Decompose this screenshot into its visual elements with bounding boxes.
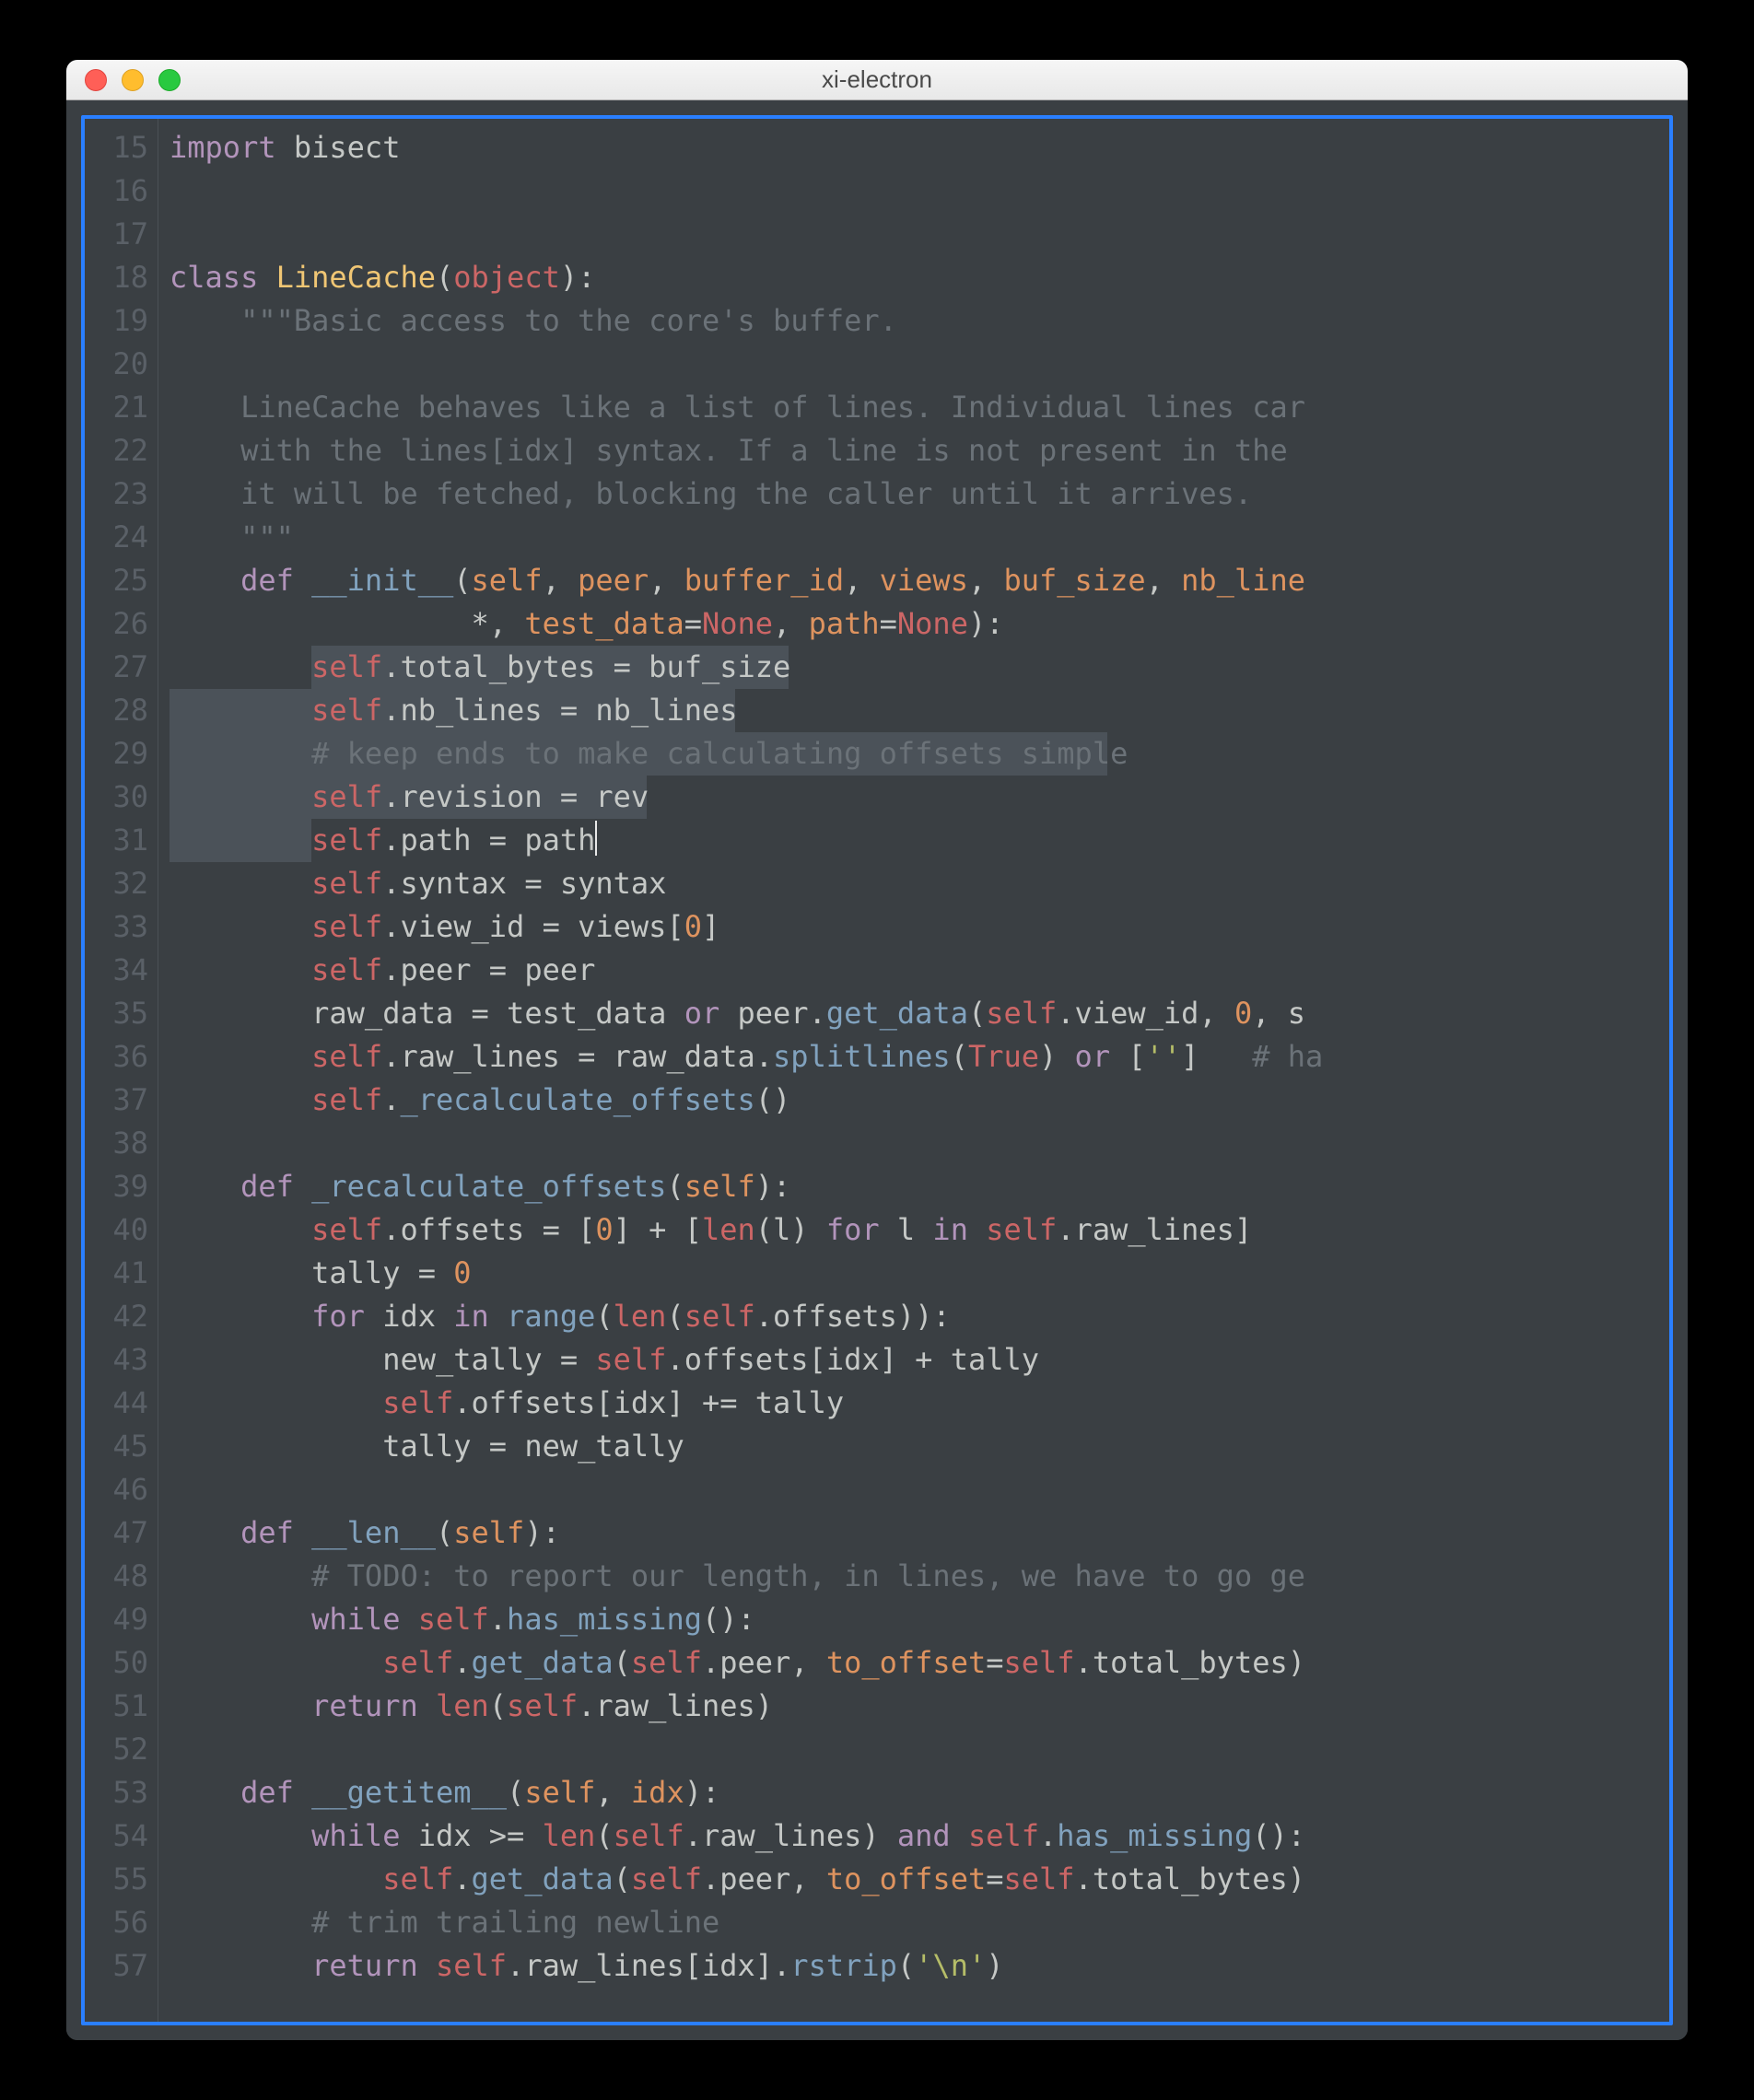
code-line[interactable]: # trim trailing newline [170, 1901, 1669, 1944]
code-line[interactable]: self.offsets = [0] + [len(l) for l in se… [170, 1208, 1669, 1252]
code-line[interactable]: def __len__(self): [170, 1511, 1669, 1555]
titlebar[interactable]: xi-electron [66, 60, 1688, 100]
code-line[interactable]: self._recalculate_offsets() [170, 1079, 1669, 1122]
code-line[interactable]: """ [170, 516, 1669, 559]
code-line[interactable]: tally = new_tally [170, 1425, 1669, 1468]
code-line[interactable]: class LineCache(object): [170, 256, 1669, 299]
minimize-button[interactable] [122, 69, 144, 91]
code-line[interactable]: while self.has_missing(): [170, 1598, 1669, 1641]
code-line[interactable]: self.view_id = views[0] [170, 905, 1669, 949]
code-line[interactable]: def __init__(self, peer, buffer_id, view… [170, 559, 1669, 602]
app-window: xi-electron 15 16 17 18 19 20 21 22 23 2… [66, 60, 1688, 2040]
code-line[interactable]: self.raw_lines = raw_data.splitlines(Tru… [170, 1035, 1669, 1079]
code-line[interactable]: *, test_data=None, path=None): [170, 602, 1669, 646]
code-line[interactable]: self.revision = rev [170, 776, 1669, 819]
code-line[interactable]: self.get_data(self.peer, to_offset=self.… [170, 1641, 1669, 1685]
code-line[interactable]: return len(self.raw_lines) [170, 1685, 1669, 1728]
text-cursor [595, 821, 597, 856]
code-line[interactable]: import bisect [170, 126, 1669, 169]
code-line[interactable]: self.offsets[idx] += tally [170, 1382, 1669, 1425]
code-line[interactable]: return self.raw_lines[idx].rstrip('\n') [170, 1944, 1669, 1988]
code-line[interactable]: # keep ends to make calculating offsets … [170, 732, 1669, 776]
code-line[interactable] [170, 1728, 1669, 1771]
editor-container: 15 16 17 18 19 20 21 22 23 24 25 26 27 2… [66, 100, 1688, 2040]
code-line[interactable]: new_tally = self.offsets[idx] + tally [170, 1338, 1669, 1382]
code-line[interactable]: LineCache behaves like a list of lines. … [170, 386, 1669, 429]
window-title: xi-electron [66, 65, 1688, 94]
traffic-lights [66, 69, 181, 91]
code-line[interactable]: self.total_bytes = buf_size [170, 646, 1669, 689]
line-number-gutter: 15 16 17 18 19 20 21 22 23 24 25 26 27 2… [85, 119, 158, 2022]
code-line[interactable] [170, 1468, 1669, 1511]
code-line[interactable]: with the lines[idx] syntax. If a line is… [170, 429, 1669, 472]
code-line[interactable]: self.nb_lines = nb_lines [170, 689, 1669, 732]
code-area[interactable]: import bisect class LineCache(object): ""… [158, 119, 1669, 2022]
code-line[interactable] [170, 169, 1669, 213]
code-line[interactable]: for idx in range(len(self.offsets)): [170, 1295, 1669, 1338]
code-line[interactable]: self.peer = peer [170, 949, 1669, 992]
code-line[interactable] [170, 213, 1669, 256]
code-line[interactable]: self.syntax = syntax [170, 862, 1669, 905]
maximize-button[interactable] [158, 69, 181, 91]
code-line[interactable]: """Basic access to the core's buffer. [170, 299, 1669, 343]
code-line[interactable]: def _recalculate_offsets(self): [170, 1165, 1669, 1208]
code-line[interactable]: def __getitem__(self, idx): [170, 1771, 1669, 1814]
code-line[interactable] [170, 1122, 1669, 1165]
editor[interactable]: 15 16 17 18 19 20 21 22 23 24 25 26 27 2… [81, 115, 1673, 2025]
code-line[interactable]: self.get_data(self.peer, to_offset=self.… [170, 1858, 1669, 1901]
code-line[interactable]: while idx >= len(self.raw_lines) and sel… [170, 1814, 1669, 1858]
code-line[interactable]: tally = 0 [170, 1252, 1669, 1295]
code-line[interactable]: # TODO: to report our length, in lines, … [170, 1555, 1669, 1598]
code-line[interactable]: self.path = path [170, 819, 1669, 862]
code-line[interactable]: it will be fetched, blocking the caller … [170, 472, 1669, 516]
code-line[interactable] [170, 343, 1669, 386]
close-button[interactable] [85, 69, 107, 91]
code-line[interactable]: raw_data = test_data or peer.get_data(se… [170, 992, 1669, 1035]
